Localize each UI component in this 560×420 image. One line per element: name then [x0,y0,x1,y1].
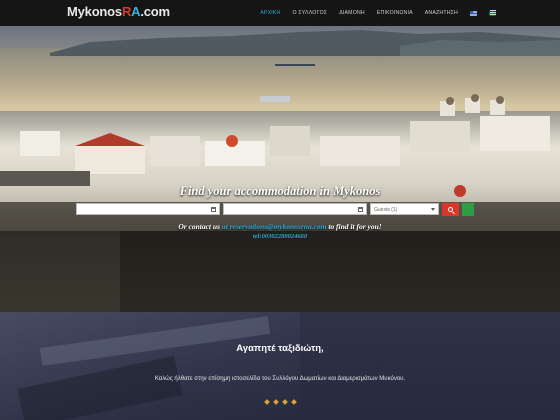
main-nav: ΑΡΧΙΚΗ Ο ΣΥΛΛΟΓΟΣ ΔΙΑΜΟΝΗ ΕΠΙΚΟΙΝΩΝΙΑ ΑΝ… [254,0,502,26]
nav-item-association[interactable]: Ο ΣΥΛΛΟΓΟΣ [287,10,334,16]
nav-item-home[interactable]: ΑΡΧΙΚΗ [254,10,286,16]
guests-select-value: Guests (1) [374,207,398,213]
contact-phone-link[interactable]: tel:00302289024660 [0,233,560,240]
diamond-icon [272,399,279,405]
hero-overlay [0,202,560,312]
nav-item-accommodation[interactable]: ΔΙΑΜΟΝΗ [333,10,371,16]
nav-item-search[interactable]: ΑΝΑΖΗΤΗΣΗ [419,10,464,16]
search-icon [448,207,453,212]
welcome-section: Αγαπητέ ταξιδιώτη, Καλώς ήλθατε στην επί… [0,312,560,420]
go-button[interactable] [462,203,474,216]
greek-flag-icon[interactable] [470,10,477,16]
hero-title: Find your accommodation in Mykonos [179,184,381,198]
welcome-text: Καλώς ήλθατε στην επίσημη ιστοσελίδα του… [154,376,406,382]
contact-at: at [221,222,228,231]
logo-text-a: A [131,4,141,19]
hero-hills [50,30,560,66]
welcome-title: Αγαπητέ ταξιδιώτη, [236,343,324,354]
chevron-down-icon [431,208,435,211]
decorative-dots [0,399,560,405]
logo-text-r: R [121,4,132,19]
contact-prefix: Or contact us [178,222,220,231]
calendar-icon [358,207,363,212]
menu-icon[interactable] [490,10,496,15]
guests-select[interactable]: Guests (1) [370,203,439,215]
logo-text-domain: .com [140,4,170,19]
page: MykonosRA.com ΑΡΧΙΚΗ Ο ΣΥΛΛΟΓΟΣ ΔΙΑΜΟΝΗ … [0,0,560,420]
search-button[interactable] [442,203,459,216]
site-logo[interactable]: MykonosRA.com [67,4,170,19]
logo-text-main: Mykonos [67,4,122,19]
top-navbar: MykonosRA.com ΑΡΧΙΚΗ Ο ΣΥΛΛΟΓΟΣ ΔΙΑΜΟΝΗ … [0,0,560,26]
hero-section [0,26,560,312]
checkout-date-input[interactable] [223,203,367,215]
calendar-icon [211,207,216,212]
checkin-date-input[interactable] [76,203,220,215]
diamond-icon [281,399,288,405]
diamond-icon [290,399,297,405]
contact-line: Or contact us at reservations@mykonosrna… [0,222,560,231]
contact-email-link[interactable]: reservations@mykonosrna.com [230,222,327,231]
nav-item-contact[interactable]: ΕΠΙΚΟΙΝΩΝΙΑ [371,10,419,16]
search-form: Guests (1) [76,203,474,216]
contact-suffix: to find it for you! [328,222,382,231]
diamond-icon [263,399,270,405]
